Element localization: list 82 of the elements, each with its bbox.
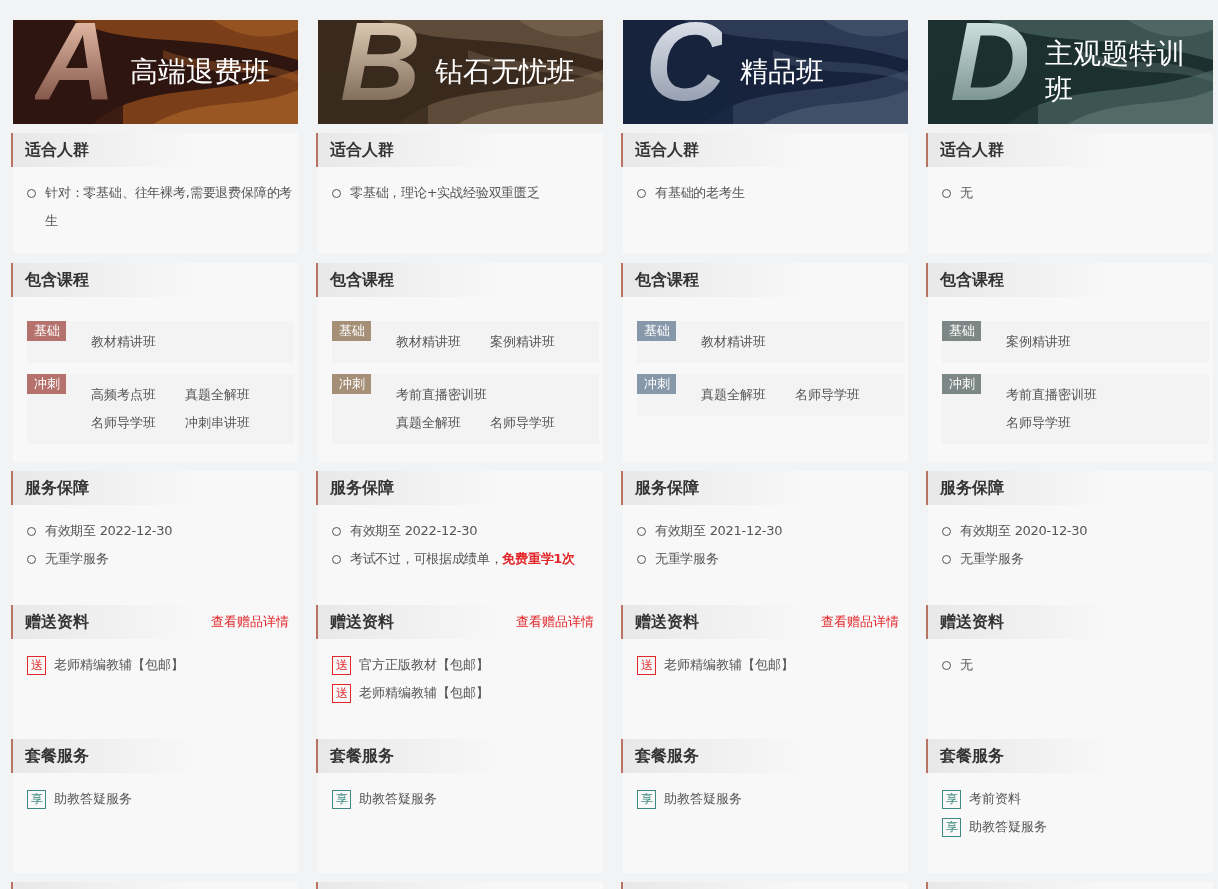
section-title: 适合人群 [940, 139, 1004, 161]
course-name[interactable]: 案例精讲班 [1006, 328, 1100, 356]
list-text: 无 [960, 184, 973, 202]
list-text: 无重学服务 [655, 550, 719, 568]
gift-badge: 送 [637, 655, 656, 675]
section-title: 包含课程 [635, 269, 699, 291]
perk-badge: 享 [637, 789, 656, 809]
course-name[interactable]: 高频考点班 [91, 381, 185, 409]
list-text: 无重学服务 [960, 550, 1024, 568]
section-title: 适合人群 [635, 139, 699, 161]
gift-details-link[interactable]: 查看赠品详情 [516, 613, 594, 631]
plan-title: 精品班 [740, 54, 824, 90]
course-name[interactable]: 考前直播密训班 [396, 381, 490, 409]
perk-badge: 享 [942, 817, 961, 837]
item-text: 助教答疑服务 [969, 818, 1047, 836]
course-name[interactable]: 冲刺串讲班 [185, 409, 279, 437]
list-text: 考试不过，可根据成绩单，免费重学1次 [350, 550, 575, 568]
course-name[interactable]: 教材精讲班 [91, 328, 185, 356]
course-name[interactable]: 考前直播密训班 [1006, 381, 1100, 409]
item-text: 助教答疑服务 [54, 790, 132, 808]
item-text: 老师精编教辅【包邮】 [359, 684, 489, 702]
stage-tag: 冲刺 [637, 374, 676, 394]
plan-title: 高端退费班 [130, 54, 270, 90]
section-title: 赠送资料 [635, 611, 699, 633]
course-name[interactable]: 名师导学班 [490, 409, 584, 437]
list-text: 针对：零基础、往年裸考,需要退费保障的考生 [45, 184, 294, 230]
stage-tag: 冲刺 [332, 374, 371, 394]
course-name[interactable]: 真题全解班 [701, 381, 795, 409]
list-text: 有基础的老考生 [655, 184, 745, 202]
section-title: 套餐服务 [330, 745, 394, 767]
item-text: 老师精编教辅【包邮】 [664, 656, 794, 674]
section-title: 套餐服务 [635, 745, 699, 767]
perk-badge: 享 [27, 789, 46, 809]
item-text: 助教答疑服务 [359, 790, 437, 808]
section-title: 服务保障 [25, 477, 89, 499]
course-name[interactable]: 名师导学班 [1006, 409, 1100, 437]
item-text: 官方正版教材【包邮】 [359, 656, 489, 674]
list-text: 无 [960, 656, 973, 674]
list-text: 有效期至 2020-12-30 [960, 522, 1088, 540]
course-name[interactable]: 真题全解班 [185, 381, 279, 409]
list-text: 有效期至 2021-12-30 [655, 522, 783, 540]
gift-badge: 送 [332, 655, 351, 675]
stage-tag: 基础 [27, 321, 66, 341]
stage-tag: 基础 [637, 321, 676, 341]
gift-details-link[interactable]: 查看赠品详情 [211, 613, 289, 631]
course-name[interactable]: 名师导学班 [91, 409, 185, 437]
list-text: 无重学服务 [45, 550, 109, 568]
list-text: 零基础，理论+实战经验双重匮乏 [350, 184, 540, 202]
stage-tag: 冲刺 [942, 374, 981, 394]
course-name[interactable]: 案例精讲班 [490, 328, 584, 356]
section-title: 套餐服务 [940, 745, 1004, 767]
plan-title: 钻石无忧班 [435, 54, 575, 90]
perk-badge: 享 [942, 789, 961, 809]
item-text: 助教答疑服务 [664, 790, 742, 808]
section-title: 包含课程 [940, 269, 1004, 291]
course-name[interactable]: 名师导学班 [795, 381, 889, 409]
section-title: 包含课程 [330, 269, 394, 291]
list-text: 有效期至 2022-12-30 [45, 522, 173, 540]
section-title: 赠送资料 [25, 611, 89, 633]
stage-tag: 基础 [332, 321, 371, 341]
gift-badge: 送 [27, 655, 46, 675]
section-title: 服务保障 [940, 477, 1004, 499]
section-title: 适合人群 [25, 139, 89, 161]
item-text: 老师精编教辅【包邮】 [54, 656, 184, 674]
course-name[interactable]: 教材精讲班 [396, 328, 490, 356]
item-text: 考前资料 [969, 790, 1021, 808]
section-title: 服务保障 [635, 477, 699, 499]
list-text: 有效期至 2022-12-30 [350, 522, 478, 540]
gift-details-link[interactable]: 查看赠品详情 [821, 613, 899, 631]
stage-tag: 基础 [942, 321, 981, 341]
section-title: 赠送资料 [330, 611, 394, 633]
gift-badge: 送 [332, 683, 351, 703]
perk-badge: 享 [332, 789, 351, 809]
plan-title: 主观题特训班 [1045, 36, 1186, 108]
stage-tag: 冲刺 [27, 374, 66, 394]
section-title: 包含课程 [25, 269, 89, 291]
course-name[interactable]: 教材精讲班 [701, 328, 795, 356]
section-title: 适合人群 [330, 139, 394, 161]
course-name[interactable]: 真题全解班 [396, 409, 490, 437]
section-title: 服务保障 [330, 477, 394, 499]
section-title: 套餐服务 [25, 745, 89, 767]
section-title: 赠送资料 [940, 611, 1004, 633]
